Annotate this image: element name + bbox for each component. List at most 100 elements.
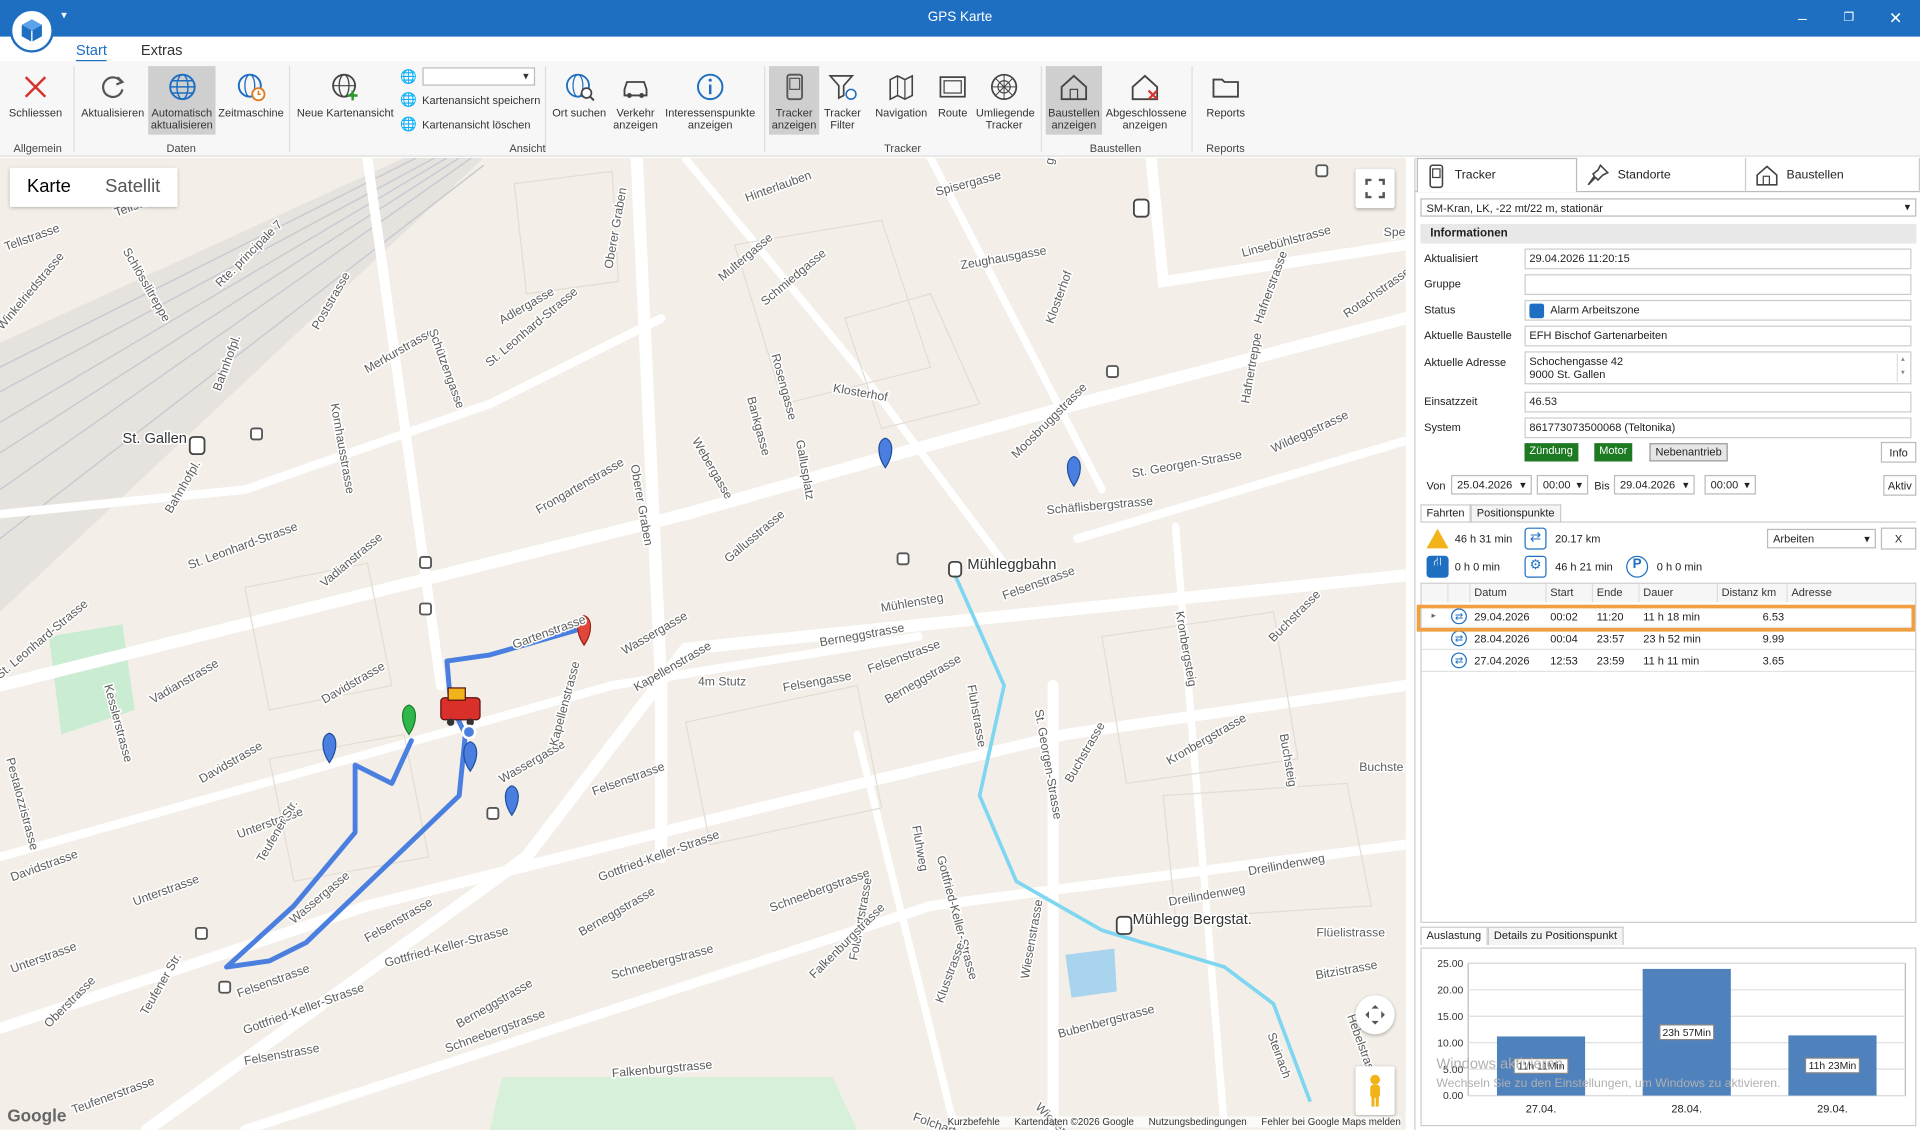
karte-toggle[interactable]: Karte: [10, 168, 88, 207]
info-icon: [696, 73, 724, 101]
tab-auslastung[interactable]: Auslastung: [1420, 926, 1488, 946]
x-tick-label: 28.04.: [1671, 1104, 1702, 1116]
automatisch-aktualisieren-button[interactable]: Automatisch aktualisieren: [148, 66, 216, 135]
fullscreen-icon: [1365, 178, 1385, 199]
zeitmaschine-button[interactable]: Zeitmaschine: [218, 66, 284, 135]
tab-fahrten[interactable]: Fahrten: [1420, 504, 1471, 523]
tab-baustellen[interactable]: Baustellen: [1747, 157, 1920, 193]
street-view-pegman-button[interactable]: [1355, 1066, 1395, 1116]
activity-filter-select[interactable]: Arbeiten ▾: [1766, 528, 1876, 549]
app-logo[interactable]: [9, 8, 54, 53]
abgeschlossene-anzeigen-button[interactable]: Abgeschlossene anzeigen: [1104, 66, 1187, 135]
minimize-button[interactable]: –: [1790, 7, 1814, 29]
informationen-header: Informationen: [1420, 224, 1917, 244]
tracker-filter-button[interactable]: Tracker Filter: [820, 66, 864, 135]
umliegende-tracker-button[interactable]: Umliegende Tracker: [975, 66, 1035, 135]
data-label: 23h 57Min: [1662, 1028, 1711, 1039]
chevron-down-icon: ▾: [1576, 478, 1583, 491]
tab-tracker[interactable]: Tracker: [1416, 157, 1578, 193]
verkehr-anzeigen-button[interactable]: Verkehr anzeigen: [610, 66, 661, 135]
satellit-toggle[interactable]: Satellit: [88, 168, 177, 207]
interessenspunkte-button[interactable]: Interessenspunkte anzeigen: [662, 66, 758, 135]
kurzbefehle-link[interactable]: Kurzbefehle: [948, 1116, 1000, 1127]
nutzungsbedingungen-link[interactable]: Nutzungsbedingungen: [1149, 1116, 1247, 1127]
grid-header-datum[interactable]: Datum: [1470, 583, 1547, 603]
table-row[interactable]: ⇄ 28.04.2026 00:04 23:57 23 h 52 min 9.9…: [1421, 628, 1916, 650]
clear-filter-button[interactable]: X: [1880, 527, 1917, 550]
cell-ende: 23:59: [1596, 654, 1625, 668]
auslastung-chart: 0.00 5.00 10.00 15.00 20.00 25.00 11h 11Min 27.…: [1420, 947, 1917, 1127]
chevron-down-icon: ▾: [1904, 200, 1911, 213]
restore-button[interactable]: ❐: [1837, 7, 1861, 29]
globe-save-icon: 🌐: [400, 93, 418, 108]
route-button[interactable]: Route: [933, 66, 972, 135]
close-window-button[interactable]: ✕: [1883, 7, 1907, 29]
gps-karte-window: ▾ GPS Karte – ❐ ✕ Start Extras Schliesse…: [0, 0, 1920, 1136]
window-title: GPS Karte: [927, 9, 993, 25]
tracker-anzeigen-button[interactable]: Tracker anzeigen: [768, 66, 820, 135]
globe-search-icon: [566, 73, 595, 102]
cell-ende: 23:57: [1596, 632, 1625, 646]
table-row[interactable]: ▸ ⇄ 29.04.2026 00:02 11:20 11 h 18 min 6…: [1421, 606, 1916, 628]
map-street-label: Mühlegg Bergstat.: [1133, 912, 1252, 928]
schliessen-button[interactable]: Schliessen: [5, 66, 66, 135]
aktualisieren-button[interactable]: Aktualisieren: [78, 66, 147, 135]
grid-header-start[interactable]: Start: [1546, 583, 1594, 603]
expand-arrow-icon[interactable]: ▸: [1431, 611, 1435, 621]
address-scrollbar[interactable]: ▴ ▾: [1896, 353, 1908, 382]
baustellen-anzeigen-button[interactable]: Baustellen anzeigen: [1045, 66, 1103, 135]
fehler-melden-link[interactable]: Fehler bei Google Maps melden: [1261, 1116, 1400, 1127]
map-street-label: Spe: [1384, 225, 1406, 239]
x-tick-label: 29.04.: [1817, 1104, 1848, 1116]
tab-standorte[interactable]: Standorte: [1578, 157, 1747, 193]
warning-icon: [1426, 528, 1449, 549]
camera-control-button[interactable]: [1355, 995, 1395, 1035]
grid-header-distanz[interactable]: Distanz km: [1717, 583, 1788, 603]
chevron-down-icon: ▾: [1520, 478, 1526, 491]
kartenansicht-select[interactable]: ▾: [422, 67, 535, 86]
map-footer: Kurzbefehle Kartendaten ©2026 Google Nut…: [947, 1116, 1401, 1128]
grid-header-dauer[interactable]: Dauer: [1639, 583, 1718, 603]
windows-activation-watermark-text: Wechseln Sie zu den Einstellungen, um Wi…: [1436, 1077, 1781, 1091]
reports-button[interactable]: Reports: [1200, 66, 1251, 135]
von-time-picker[interactable]: 00:00 ▾: [1536, 474, 1589, 495]
bis-date-picker[interactable]: 29.04.2026 ▾: [1613, 474, 1695, 495]
tab-details-positionspunkt[interactable]: Details zu Positionspunkt: [1487, 926, 1624, 946]
neue-kartenansicht-button[interactable]: Neue Kartenansicht: [296, 66, 394, 135]
label-aktuelle-adresse: Aktuelle Adresse: [1424, 356, 1507, 369]
chevron-down-icon: ▾: [1864, 531, 1870, 545]
label-gruppe: Gruppe: [1424, 277, 1461, 291]
info-button[interactable]: Info: [1880, 441, 1917, 463]
tab-extras[interactable]: Extras: [141, 42, 183, 59]
aktiv-button[interactable]: Aktiv: [1883, 474, 1917, 496]
kartenansicht-speichern-button[interactable]: 🌐 Kartenansicht speichern: [400, 92, 540, 108]
chevron-down-icon: ▾: [1683, 478, 1689, 491]
grid-header-adresse[interactable]: Adresse: [1787, 583, 1916, 603]
tracker-panel: Tracker Standorte Baustellen SM-Kran, LK…: [1414, 157, 1920, 1130]
tab-start[interactable]: Start: [75, 42, 107, 63]
map-type-toggle: Karte Satellit: [9, 167, 178, 207]
y-tick-label: 0.00: [1443, 1091, 1463, 1102]
field-einsatzzeit: 46.53: [1524, 391, 1912, 413]
cell-dauer: 11 h 18 min: [1643, 610, 1701, 624]
label-von: Von: [1426, 479, 1446, 493]
route-distance-icon: ⇄: [1524, 527, 1547, 550]
cell-datum: 27.04.2026: [1474, 654, 1530, 668]
filter-icon: [828, 75, 857, 100]
ort-suchen-button[interactable]: Ort suchen: [550, 66, 609, 135]
navigation-button[interactable]: Navigation: [873, 66, 929, 135]
fullscreen-button[interactable]: [1355, 168, 1395, 209]
move-arrows-icon: [1365, 1004, 1385, 1025]
grid-header-ende[interactable]: Ende: [1593, 583, 1640, 603]
von-date-picker[interactable]: 25.04.2026 ▾: [1451, 474, 1532, 495]
bis-time-picker[interactable]: 00:00 ▾: [1704, 474, 1756, 495]
map-street-label: Buchste: [1359, 760, 1403, 774]
tab-positionspunkte[interactable]: Positionspunkte: [1470, 504, 1561, 523]
tracker-select[interactable]: SM-Kran, LK, -22 mt/22 m, stationär ▾: [1420, 198, 1917, 217]
table-row[interactable]: ⇄ 27.04.2026 12:53 23:59 11 h 11 min 3.6…: [1421, 650, 1916, 673]
cell-ende: 11:20: [1596, 610, 1624, 624]
globe-delete-icon: 🌐: [400, 117, 418, 133]
map-view[interactable]: TellstrasseTellstrasseWinkelriedstrasseR…: [0, 157, 1406, 1130]
kartenansicht-loeschen-button[interactable]: 🌐 Kartenansicht löschen: [400, 116, 530, 133]
cell-distanz: 6.53: [1762, 610, 1785, 624]
